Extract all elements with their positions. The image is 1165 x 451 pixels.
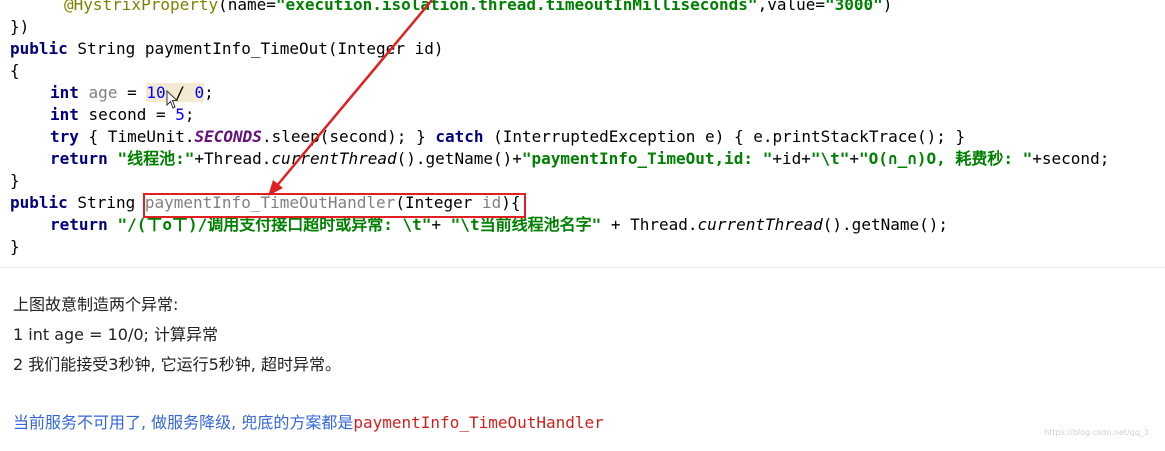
notes-item-2: 2 我们能接受3秒钟, 它运行5秒钟, 超时异常。 (13, 355, 341, 374)
keyword-return: return (50, 149, 108, 168)
conclusion-method-name: paymentInfo_TimeOutHandler (353, 413, 604, 432)
var-age: age (88, 83, 118, 102)
code-line-age: int age = 10 / 0; (50, 82, 214, 104)
string-tab: "\t" (810, 149, 850, 168)
division-expression: 10 / 0 (146, 83, 205, 102)
string-elapsed: "O(∩_∩)O, 耗费秒: " (859, 149, 1033, 168)
method-signature: String paymentInfo_TimeOut(Integer id) (67, 39, 444, 58)
handler-params-close: ) (501, 193, 511, 212)
sleep-call: .sleep(second); } (261, 127, 436, 146)
timeunit-call: { TimeUnit. (78, 127, 195, 146)
notes-item-1: 1 int age = 10/0; 计算异常 (13, 325, 219, 344)
code-line-close-properties: }) (10, 17, 30, 36)
string-thread-pool: "线程池:" (117, 149, 195, 168)
code-line-close-brace: } (10, 171, 20, 190)
handler-params-open: (Integer (395, 193, 483, 212)
code-line-final-brace: } (10, 237, 20, 256)
handler-method-name: paymentInfo_TimeOutHandler (144, 193, 396, 212)
notes-conclusion: 当前服务不可用了, 做服务降级, 兜底的方案都是paymentInfo_Time… (13, 409, 604, 433)
id-concat: +id+ (772, 149, 811, 168)
page: @HystrixProperty(name="execution.isolati… (0, 0, 1165, 451)
plus-op: + (431, 215, 451, 234)
code-line-second: int second = 5; (50, 104, 195, 126)
keyword-return: return (50, 215, 108, 234)
annotation-value-part: ,value= (757, 0, 825, 14)
return-type: String (67, 193, 145, 212)
annotation-name-part: (name= (218, 0, 276, 14)
handler-open-brace: { (510, 193, 521, 212)
code-block: @HystrixProperty(name="execution.isolati… (0, 0, 1165, 268)
code-line-return-timeout: return "线程池:"+Thread.currentThread().get… (50, 148, 1109, 170)
second-decl: second = (78, 105, 176, 124)
semicolon: ; (184, 105, 195, 124)
second-concat: +second; (1032, 149, 1110, 168)
string-payment-id: "paymentInfo_TimeOut,id: " (521, 149, 773, 168)
current-thread-call: currentThread (271, 149, 397, 168)
plus-op: + (849, 149, 860, 168)
notes-intro: 上图故意制造两个异常: (13, 295, 179, 314)
getname-call: ().getName()+ (396, 149, 522, 168)
conclusion-text: 当前服务不可用了, 做服务降级, 兜底的方案都是 (13, 413, 354, 432)
code-line-try-catch: try { TimeUnit.SECONDS.sleep(second); } … (50, 126, 965, 148)
getname-call: ().getName(); (822, 215, 949, 234)
current-thread-call: currentThread (697, 215, 823, 234)
keyword-public: public (10, 39, 68, 58)
string-thread-name: "\t当前线程池名字" (450, 215, 602, 234)
keyword-try: try (50, 127, 79, 146)
seconds-constant: SECONDS (194, 127, 262, 146)
catch-block: (InterruptedException e) { e.printStackT… (483, 127, 966, 146)
thread-ref: + Thread. (601, 215, 698, 234)
keyword-int: int (50, 105, 79, 124)
watermark: https://blog.csdn.net/qq_3 (1044, 428, 1149, 437)
string-timeout-message: "/(ㄒoㄒ)/调用支付接口超时或异常: \t" (117, 215, 432, 234)
annotation-close: ) (882, 0, 893, 14)
keyword-int: int (50, 83, 79, 102)
handler-param-id: id (482, 193, 502, 212)
code-line-annotation: @HystrixProperty(name="execution.isolati… (64, 0, 892, 16)
code-line-return-handler: return "/(ㄒoㄒ)/调用支付接口超时或异常: \t"+ "\t当前线程… (50, 214, 948, 236)
code-line-method-signature: public String paymentInfo_TimeOut(Intege… (10, 38, 443, 60)
assign-op: = (117, 83, 147, 102)
number-5: 5 (175, 105, 185, 124)
semicolon: ; (204, 83, 214, 102)
thread-ref: +Thread. (194, 149, 272, 168)
hystrix-annotation: @HystrixProperty (64, 0, 219, 14)
keyword-public: public (10, 193, 68, 212)
code-line-handler-signature: public String paymentInfo_TimeOutHandler… (10, 192, 521, 214)
annotation-value-value: "3000" (825, 0, 883, 14)
divide-op: / (165, 83, 195, 102)
code-line-open-brace: { (10, 61, 20, 80)
keyword-catch: catch (435, 127, 484, 146)
annotation-name-value: "execution.isolation.thread.timeoutInMil… (275, 0, 758, 14)
number-0: 0 (194, 83, 205, 102)
number-10: 10 (146, 83, 166, 102)
